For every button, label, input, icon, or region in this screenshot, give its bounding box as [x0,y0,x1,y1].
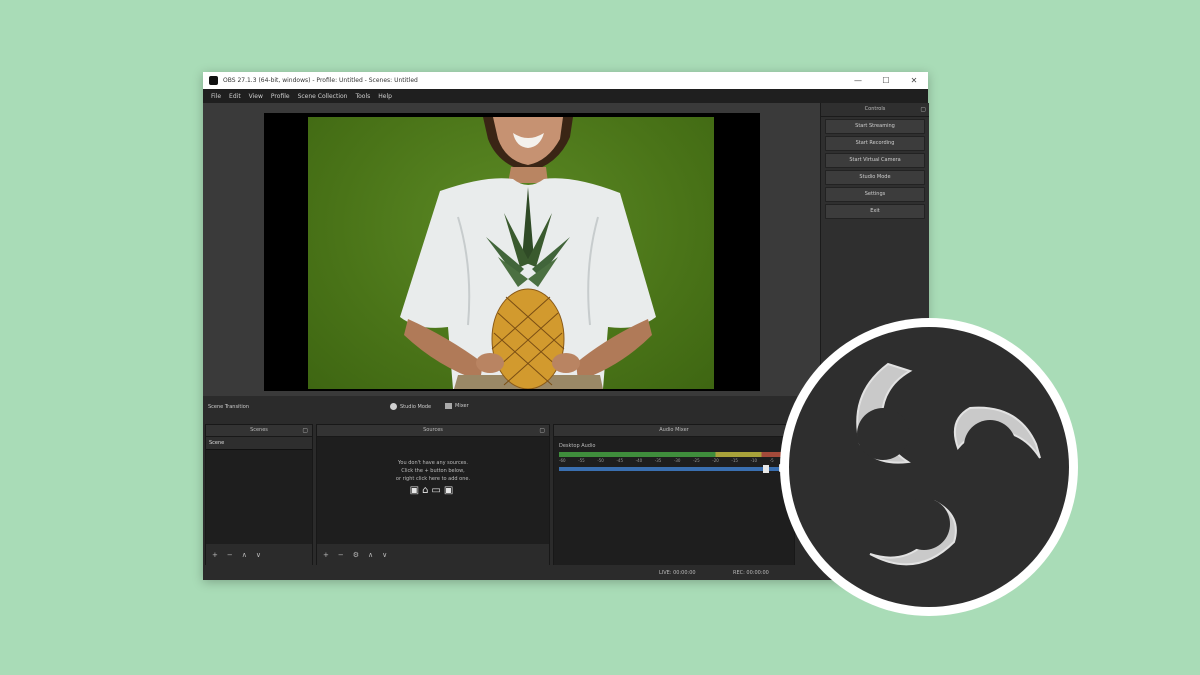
scene-transition-label: Scene Transition [208,404,250,410]
studio-mode-label: Studio Mode [400,403,432,410]
scenes-toolbar: + − ∧ ∨ [206,544,312,566]
add-scene-icon[interactable]: + [212,551,218,559]
sources-dock-header: Sources ▢ [317,425,549,437]
start-virtual-camera-button[interactable]: Start Virtual Camera [825,153,925,168]
meter-tick: -10 [750,458,758,463]
obs-app-icon [209,76,218,85]
dock-float-icon[interactable]: ▢ [920,103,926,116]
sources-dock-float-icon[interactable]: ▢ [539,425,545,436]
scenes-dock-header: Scenes ▢ [206,425,312,437]
menu-view[interactable]: View [249,93,263,100]
menu-edit[interactable]: Edit [229,93,241,100]
menu-bar: File Edit View Profile Scene Collection … [203,89,928,103]
sources-dock: Sources ▢ You don't have any sources. Cl… [316,424,550,567]
title-bar: OBS 27.1.3 (64-bit, windows) - Profile: … [203,72,928,89]
move-source-up-icon[interactable]: ∧ [368,551,373,559]
scenes-title: Scenes [250,427,268,433]
source-settings-icon[interactable]: ⚙ [353,551,359,559]
audio-mixer-dock: Audio Mixer Desktop Audio -60 -55 -50 -4… [553,424,795,567]
menu-file[interactable]: File [211,93,221,100]
meter-tick: -20 [712,458,719,463]
mixer-toggle-label: Mixer [455,403,469,409]
meter-tick: -5 [769,458,774,463]
add-source-icon[interactable]: + [323,551,329,559]
rec-timer: REC: 00:00:00 [733,570,769,576]
controls-title: Controls [864,106,886,112]
scene-list-item[interactable]: Scene [206,437,312,450]
volume-slider-handle[interactable] [763,465,769,473]
remove-scene-icon[interactable]: − [227,551,233,559]
menu-scene-collection[interactable]: Scene Collection [298,93,348,100]
sources-empty-hint: You don't have any sources. Click the + … [317,459,549,496]
audio-mixer-header: Audio Mixer [554,425,794,437]
meter-tick: -35 [654,458,662,463]
sources-hint-line-3: or right click here to add one. [395,476,471,482]
controls-dock-title: Controls ▢ [821,103,929,117]
sources-list[interactable]: You don't have any sources. Click the + … [317,437,549,544]
obs-logo-icon [780,318,1078,616]
live-timer: LIVE: 00:00:00 [659,570,696,576]
studio-mode-toggle[interactable]: Studio Mode [390,403,431,410]
sources-hint-line-1: You don't have any sources. [398,460,468,466]
meter-tick: -45 [616,458,624,463]
maximize-icon[interactable]: ☐ [872,76,900,85]
source-type-icons: ▣⌂▭▣ [409,485,457,496]
studio-mode-icon [390,403,397,410]
scenes-list: Scene [206,437,312,544]
scenes-dock-float-icon[interactable]: ▢ [302,425,308,436]
mixer-track: Desktop Audio -60 -55 -50 -45 -40 -35 -3… [559,443,789,473]
preview-image [308,117,714,389]
mixer-toggle[interactable]: Mixer [445,403,469,409]
preview-area [203,103,820,396]
sources-toolbar: + − ⚙ ∧ ∨ [317,544,549,566]
scenes-dock: Scenes ▢ Scene + − ∧ ∨ [205,424,313,567]
meter-ticks: -60 -55 -50 -45 -40 -35 -30 -25 -20 -15 … [559,458,789,463]
start-recording-button[interactable]: Start Recording [825,136,925,151]
window-title: OBS 27.1.3 (64-bit, windows) - Profile: … [223,77,418,84]
start-streaming-button[interactable]: Start Streaming [825,119,925,134]
sources-hint-line-2: Click the + button below, [401,468,465,474]
exit-button[interactable]: Exit [825,204,925,219]
settings-button[interactable]: Settings [825,187,925,202]
meter-tick: -50 [597,458,604,463]
mixer-track-label: Desktop Audio [559,443,596,449]
audio-mixer-title: Audio Mixer [659,427,689,433]
meter-tick: -60 [559,458,566,463]
audio-level-meter [559,452,789,457]
preview-canvas[interactable] [264,113,760,391]
minimize-icon[interactable]: — [844,76,872,85]
studio-mode-button[interactable]: Studio Mode [825,170,925,185]
meter-tick: -25 [693,458,700,463]
close-icon[interactable]: ✕ [900,76,928,85]
menu-help[interactable]: Help [378,93,392,100]
transition-bar: Scene Transition Studio Mode Mixer [203,396,820,418]
move-scene-down-icon[interactable]: ∨ [256,551,261,559]
meter-tick: -40 [635,458,643,463]
move-source-down-icon[interactable]: ∨ [382,551,387,559]
preview-photo-person-pineapple [400,117,656,389]
meter-tick: -15 [731,458,738,463]
menu-tools[interactable]: Tools [355,93,370,100]
mixer-icon [445,403,452,409]
volume-slider[interactable] [559,464,789,473]
move-scene-up-icon[interactable]: ∧ [242,551,247,559]
meter-tick: -30 [673,458,681,463]
meter-tick: -55 [578,458,585,463]
menu-profile[interactable]: Profile [271,93,290,100]
audio-mixer-body: Desktop Audio -60 -55 -50 -45 -40 -35 -3… [554,437,794,566]
sources-title: Sources [423,427,443,433]
remove-source-icon[interactable]: − [338,551,344,559]
